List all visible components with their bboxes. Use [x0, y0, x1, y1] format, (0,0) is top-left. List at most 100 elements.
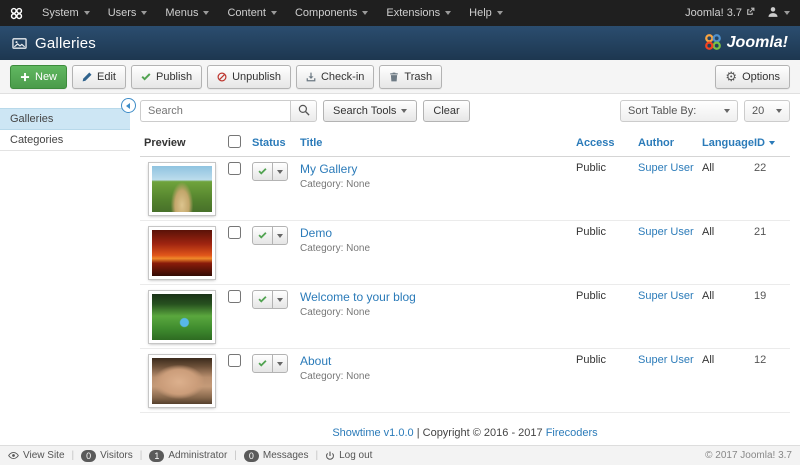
status-bar-separator: |	[234, 450, 237, 461]
column-header-id[interactable]: ID	[754, 137, 775, 149]
id-cell: 22	[750, 157, 790, 221]
status-publish-button[interactable]	[252, 226, 273, 245]
sidebar-toggle-button[interactable]	[121, 98, 136, 113]
status-messages[interactable]: 0Messages	[244, 450, 309, 462]
options-button[interactable]: ⚙ Options	[715, 65, 790, 89]
top-menu-item-label: Help	[469, 7, 492, 19]
gallery-title-link[interactable]: Welcome to your blog	[300, 290, 416, 304]
joomla-brand-logo: Joomla!	[704, 33, 788, 54]
column-header-language[interactable]: Language	[702, 137, 754, 149]
status-dropdown-button[interactable]	[272, 226, 288, 245]
top-menu-item-label: Content	[227, 7, 266, 19]
new-button-label: New	[35, 71, 57, 83]
top-menu-item-label: Extensions	[386, 7, 440, 19]
row-checkbox[interactable]	[228, 354, 241, 367]
checkin-button[interactable]: Check-in	[296, 65, 374, 89]
gallery-title-link[interactable]: My Gallery	[300, 162, 357, 176]
chevron-down-icon	[271, 11, 277, 15]
select-all-checkbox[interactable]	[228, 135, 241, 148]
toolbar: New EditPublishUnpublishCheck-inTrash ⚙ O…	[0, 60, 800, 94]
author-link[interactable]: Super User	[638, 162, 694, 174]
search-tools-button[interactable]: Search Tools	[323, 100, 417, 122]
content-area: GalleriesCategories Search Tools Clear	[0, 94, 800, 445]
publish-button[interactable]: Publish	[131, 65, 202, 89]
row-checkbox[interactable]	[228, 290, 241, 303]
page-size-select[interactable]: 20	[744, 100, 790, 122]
status-dropdown-button[interactable]	[272, 290, 288, 309]
gallery-thumbnail-image[interactable]	[149, 355, 215, 407]
search-icon	[298, 104, 310, 119]
row-checkbox[interactable]	[228, 226, 241, 239]
gallery-thumbnail-image[interactable]	[149, 163, 215, 215]
author-link[interactable]: Super User	[638, 226, 694, 238]
status-view-site[interactable]: View Site	[8, 450, 65, 461]
gallery-title-link[interactable]: About	[300, 354, 331, 368]
author-link[interactable]: Super User	[638, 354, 694, 366]
chevron-down-icon	[445, 11, 451, 15]
gallery-thumbnail-image[interactable]	[149, 227, 215, 279]
status-dropdown-button[interactable]	[272, 162, 288, 181]
joomla-admin-page: SystemUsers Menus Content Components Extensi…	[0, 0, 800, 465]
top-menu-item-users[interactable]: Users	[99, 0, 157, 26]
clear-button[interactable]: Clear	[423, 100, 469, 122]
trash-button[interactable]: Trash	[379, 65, 442, 89]
status-administrator[interactable]: 1Administrator	[149, 450, 227, 462]
gallery-title-link[interactable]: Demo	[300, 226, 332, 240]
sidebar-item-galleries[interactable]: Galleries	[0, 108, 130, 130]
language-cell: All	[698, 285, 750, 349]
firecoders-link[interactable]: Firecoders	[546, 427, 598, 439]
status-dropdown-button[interactable]	[272, 354, 288, 373]
top-menu-item-extensions[interactable]: Extensions	[377, 0, 460, 26]
top-menu-item-menus[interactable]: Menus	[156, 0, 218, 26]
table-row: Welcome to your blog Category: None Publ…	[140, 285, 790, 349]
status-visitors[interactable]: 0Visitors	[81, 450, 133, 462]
joomla-brand-text: Joomla!	[727, 34, 788, 52]
author-link[interactable]: Super User	[638, 290, 694, 302]
check-icon	[258, 356, 267, 371]
chevron-down-icon	[277, 234, 283, 238]
galleries-table: Preview Status Title Access Author Langu…	[140, 130, 790, 413]
top-menu-item-help[interactable]: Help	[460, 0, 512, 26]
gallery-thumbnail-image[interactable]	[149, 291, 215, 343]
page-size-value: 20	[752, 105, 764, 117]
admin-menu-bar: SystemUsers Menus Content Components Extensi…	[0, 0, 800, 26]
status-button-group	[252, 162, 288, 181]
top-menu-item-label: Menus	[165, 7, 198, 19]
chevron-down-icon	[277, 362, 283, 366]
top-menu-item-system[interactable]: System	[33, 0, 99, 26]
user-menu-button[interactable]	[767, 6, 790, 21]
top-menu-item-components[interactable]: Components	[286, 0, 377, 26]
edit-button[interactable]: Edit	[72, 65, 126, 89]
status-publish-button[interactable]	[252, 290, 273, 309]
joomla-version-link[interactable]: Joomla! 3.7	[685, 7, 755, 19]
status-publish-button[interactable]	[252, 162, 273, 181]
status-bar-items: View Site|0Visitors|1Administrator|0Mess…	[8, 450, 372, 462]
gallery-table-body: My Gallery Category: None Public Super U…	[140, 157, 790, 413]
table-row: My Gallery Category: None Public Super U…	[140, 157, 790, 221]
language-cell: All	[698, 157, 750, 221]
row-checkbox[interactable]	[228, 162, 241, 175]
joomla-copyright: © 2017 Joomla! 3.7	[705, 450, 792, 461]
search-button[interactable]	[290, 100, 317, 122]
column-header-access[interactable]: Access	[576, 137, 615, 149]
showtime-version-link[interactable]: Showtime v1.0.0	[332, 427, 413, 439]
check-icon	[141, 72, 151, 82]
status-log-out[interactable]: Log out	[325, 450, 372, 461]
column-header-author[interactable]: Author	[638, 137, 674, 149]
column-header-status[interactable]: Status	[252, 137, 286, 149]
new-button[interactable]: New	[10, 65, 67, 89]
table-row: About Category: None Public Super User A…	[140, 349, 790, 413]
sort-table-by-select[interactable]: Sort Table By:	[620, 100, 738, 122]
trash-icon	[389, 72, 399, 82]
unpublish-button[interactable]: Unpublish	[207, 65, 291, 89]
top-menu-item-content[interactable]: Content	[218, 0, 286, 26]
joomla-logo-icon[interactable]	[0, 0, 33, 26]
status-button-group	[252, 226, 288, 245]
ban-icon	[217, 72, 227, 82]
sidebar-item-categories[interactable]: Categories	[0, 130, 130, 150]
view-site-icon	[8, 450, 19, 461]
toolbar-buttons: New EditPublishUnpublishCheck-inTrash	[10, 65, 442, 89]
status-publish-button[interactable]	[252, 354, 273, 373]
column-header-title[interactable]: Title	[300, 137, 322, 149]
search-input[interactable]	[140, 100, 290, 122]
